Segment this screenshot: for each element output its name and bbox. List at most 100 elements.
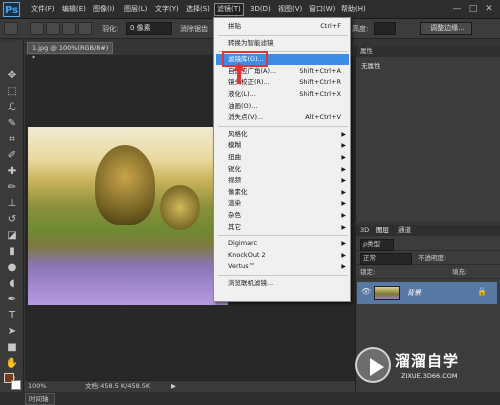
- filter-menu-item[interactable]: 像素化 ▶: [216, 187, 349, 198]
- filter-menu-item[interactable]: 其它 ▶: [216, 222, 349, 233]
- filter-menu-item[interactable]: 液化(L)... Shift+Ctrl+X: [216, 89, 349, 100]
- tool-preset-icon[interactable]: [4, 22, 18, 35]
- filter-menu-item[interactable]: 浏览联机滤镜...: [216, 278, 349, 289]
- blur-tool-icon[interactable]: ●: [5, 261, 19, 274]
- submenu-arrow-icon: ▶: [341, 223, 346, 231]
- menu-help[interactable]: 帮助(H): [339, 3, 368, 16]
- menu-item-shortcut: Shift+Ctrl+A: [299, 66, 341, 75]
- minimize-icon[interactable]: —: [450, 2, 464, 16]
- tab-layers[interactable]: 图层: [376, 225, 389, 236]
- dodge-tool-icon[interactable]: ◖: [5, 277, 19, 290]
- filter-menu-item[interactable]: 模糊 ▶: [216, 140, 349, 151]
- properties-tab[interactable]: 属性: [356, 46, 500, 57]
- zoom-level[interactable]: 100%: [28, 381, 47, 392]
- status-arrow-icon[interactable]: ▶: [171, 381, 176, 392]
- eraser-icon[interactable]: ◪: [5, 229, 19, 242]
- filter-menu-item[interactable]: 消失点(V)... Alt+Ctrl+V: [216, 112, 349, 123]
- filter-menu-item[interactable]: 风格化 ▶: [216, 129, 349, 140]
- submenu-arrow-icon: ▶: [341, 165, 346, 173]
- submenu-arrow-icon: ▶: [341, 251, 346, 259]
- watermark-title: 溜溜自学: [395, 352, 460, 370]
- photoshop-logo: Ps: [3, 2, 20, 17]
- menu-item-label: 锐化: [228, 164, 241, 173]
- move-tool-icon[interactable]: ✥: [5, 69, 19, 82]
- blend-mode-select[interactable]: 正常: [360, 253, 412, 265]
- eyedropper-icon[interactable]: ✐: [5, 149, 19, 162]
- menu-item-shortcut: Alt+Ctrl+V: [305, 113, 341, 122]
- menu-file[interactable]: 文件(F): [29, 3, 57, 16]
- clone-stamp-icon[interactable]: ⊥: [5, 197, 19, 210]
- shape-tool-icon[interactable]: ■: [5, 341, 19, 354]
- filter-menu-item[interactable]: Vertus™ ▶: [216, 261, 349, 272]
- menu-item-label: 渲染: [228, 199, 241, 208]
- hand-tool-icon[interactable]: ✋: [5, 357, 19, 370]
- filter-menu-item[interactable]: Digimarc ▶: [216, 238, 349, 249]
- menu-3d[interactable]: 3D(D): [248, 3, 273, 16]
- menu-item-label: 模糊: [228, 141, 241, 150]
- visibility-eye-icon[interactable]: 👁: [361, 287, 371, 296]
- menu-layer[interactable]: 图层(L): [122, 3, 149, 16]
- layer-name: 背景: [407, 289, 421, 297]
- layer-thumbnail: [374, 286, 400, 300]
- lasso-tool-icon[interactable]: ℒ: [5, 101, 19, 114]
- menu-item-label: Digimarc: [228, 239, 258, 248]
- filter-menu-item[interactable]: 杂色 ▶: [216, 210, 349, 221]
- crop-tool-icon[interactable]: ⌗: [5, 133, 19, 146]
- quick-select-icon[interactable]: ✎: [5, 117, 19, 130]
- menu-type[interactable]: 文字(Y): [153, 3, 181, 16]
- timeline-tab[interactable]: 时间轴: [25, 393, 55, 405]
- new-selection-icon[interactable]: [30, 22, 44, 35]
- marquee-tool-icon[interactable]: ⬚: [5, 85, 19, 98]
- filter-menu-item[interactable]: KnockOut 2 ▶: [216, 250, 349, 261]
- subtract-selection-icon[interactable]: [62, 22, 76, 35]
- menu-item-label: Vertus™: [228, 262, 256, 271]
- menu-filter[interactable]: 滤镜(T): [214, 3, 244, 16]
- menu-window[interactable]: 窗口(W): [307, 3, 337, 16]
- properties-content: 无属性: [361, 62, 381, 70]
- menu-view[interactable]: 视图(V): [276, 3, 304, 16]
- properties-panel: 属性 无属性: [355, 46, 500, 222]
- pen-tool-icon[interactable]: ✒: [5, 293, 19, 306]
- tab-channels[interactable]: 通道: [398, 225, 411, 236]
- menu-item-shortcut: Shift+Ctrl+X: [299, 90, 341, 98]
- filter-menu-item[interactable]: 视频 ▶: [216, 175, 349, 186]
- filter-menu-item[interactable]: 扭曲 ▶: [216, 152, 349, 163]
- filter-menu-item[interactable]: 转换为智能滤镜: [216, 38, 349, 49]
- layer-kind-filter[interactable]: ρ类型: [360, 239, 394, 251]
- document-tab[interactable]: 1.jpg @ 100%(RGB/8#) *: [27, 42, 113, 62]
- background-color-swatch[interactable]: [11, 380, 21, 390]
- filter-menu-item[interactable]: 锐化 ▶: [216, 164, 349, 175]
- height-label: 高度:: [352, 25, 369, 33]
- feather-input[interactable]: 0 像素: [126, 22, 172, 35]
- close-icon[interactable]: ✕: [482, 2, 496, 16]
- lock-icon: 🔒: [477, 287, 487, 296]
- filter-menu-item[interactable]: 渲染 ▶: [216, 198, 349, 209]
- tab-3d[interactable]: 3D: [360, 225, 369, 236]
- menu-image[interactable]: 图像(I): [91, 3, 117, 16]
- gradient-icon[interactable]: ▮: [5, 245, 19, 258]
- menu-item-label: 视频: [228, 176, 241, 185]
- filter-menu-item[interactable]: 油画(O)...: [216, 101, 349, 112]
- menu-item-label: 转换为智能滤镜: [228, 38, 274, 47]
- intersect-selection-icon[interactable]: [78, 22, 92, 35]
- healing-brush-icon[interactable]: ✚: [5, 165, 19, 178]
- brush-tool-icon[interactable]: ✏: [5, 181, 19, 194]
- menu-separator: [218, 275, 348, 276]
- canvas-image-tree: [160, 185, 200, 230]
- menu-item-shortcut: Shift+Ctrl+R: [299, 78, 341, 87]
- path-select-icon[interactable]: ➤: [5, 325, 19, 338]
- submenu-arrow-icon: ▶: [341, 212, 346, 219]
- refine-edge-button[interactable]: 调整边缘...: [420, 22, 472, 35]
- menu-edit[interactable]: 编辑(E): [60, 3, 88, 16]
- menu-item-label: 消失点(V)...: [228, 113, 264, 122]
- height-input[interactable]: [374, 22, 396, 35]
- maximize-icon[interactable]: □: [466, 2, 480, 16]
- menu-item-label: 其它: [228, 222, 241, 231]
- filter-menu-item[interactable]: 拼贴 Ctrl+F: [216, 21, 349, 32]
- menu-select[interactable]: 选择(S): [184, 3, 212, 16]
- history-brush-icon[interactable]: ↺: [5, 213, 19, 226]
- type-tool-icon[interactable]: T: [5, 309, 19, 322]
- antialias-checkbox[interactable]: 消除锯齿: [180, 23, 208, 35]
- watermark-subtitle: ZIXUE.3D66.COM: [401, 372, 458, 380]
- add-selection-icon[interactable]: [46, 22, 60, 35]
